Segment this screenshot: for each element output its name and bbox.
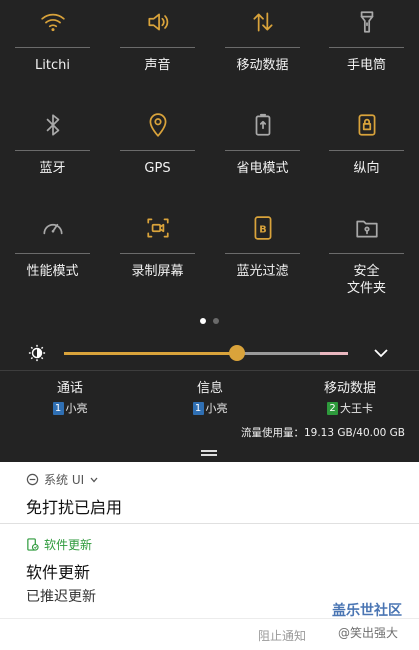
rotation-lock-icon <box>314 110 419 140</box>
sim-calls[interactable]: 通话 1 小亮 <box>40 381 100 416</box>
tile-divider <box>15 47 90 48</box>
quick-tile-bluetooth[interactable]: 蓝牙 <box>0 110 105 205</box>
notification-subtitle: 已推迟更新 <box>26 589 96 605</box>
tile-label: 纵向 <box>353 161 380 176</box>
tile-divider <box>15 150 90 151</box>
software-update-icon <box>27 538 39 551</box>
notification-system-ui[interactable]: 系统 UI 免打扰已启用 <box>0 462 419 524</box>
sim-name: 小亮 <box>65 402 88 415</box>
tile-divider <box>329 150 404 151</box>
brightness-icon <box>28 344 46 362</box>
wifi-icon <box>0 7 105 37</box>
speedometer-icon <box>0 213 105 243</box>
sim-badge: 1 <box>192 401 204 415</box>
secure-folder-icon <box>314 213 419 243</box>
quick-tile-secure-folder[interactable]: 安全 文件夹 <box>314 213 419 308</box>
tile-divider <box>329 253 404 254</box>
block-notifications-button[interactable]: 阻止通知 <box>258 627 306 644</box>
tile-divider <box>120 150 195 151</box>
tile-divider <box>225 47 300 48</box>
bluetooth-icon <box>0 110 105 140</box>
page-dot-1[interactable] <box>200 318 206 324</box>
quick-tile-speedometer[interactable]: 性能模式 <box>0 213 105 308</box>
tile-label: 省电模式 <box>236 161 289 176</box>
tile-label: Litchi <box>35 58 70 73</box>
sim-messages[interactable]: 信息 1 小亮 <box>180 381 240 416</box>
quick-tile-rotation-lock[interactable]: 纵向 <box>314 110 419 205</box>
app-name: 系统 UI <box>44 473 85 487</box>
brightness-slider-thumb[interactable] <box>229 345 246 361</box>
brightness-slider-end <box>320 352 348 355</box>
quick-tile-location[interactable]: GPS <box>105 110 210 205</box>
app-name: 软件更新 <box>44 538 93 552</box>
screen-record-icon <box>105 213 210 243</box>
mobile-data-icon <box>210 7 315 37</box>
quick-tile-volume[interactable]: 声音 <box>105 7 210 102</box>
quick-tile-battery-saver[interactable]: 省电模式 <box>210 110 315 205</box>
tile-label: 录制屏幕 <box>131 264 184 279</box>
tile-label: 声音 <box>144 58 171 73</box>
tile-divider <box>225 253 300 254</box>
sim-name: 小亮 <box>205 402 228 415</box>
sim-badge: 1 <box>52 401 64 415</box>
tile-divider <box>329 47 404 48</box>
do-not-disturb-icon <box>26 473 39 486</box>
notification-title: 软件更新 <box>26 563 91 582</box>
quick-tile-screen-record[interactable]: 录制屏幕 <box>105 213 210 308</box>
location-icon <box>105 110 210 140</box>
quick-tile-wifi[interactable]: Litchi <box>0 7 105 102</box>
sim-messages-title: 信息 <box>196 381 223 396</box>
quick-tile-mobile-data[interactable]: 移动数据 <box>210 7 315 102</box>
tile-divider <box>15 253 90 254</box>
watermark-logo: 盖乐世社区 <box>332 603 402 619</box>
expand-chevron-icon[interactable] <box>89 476 99 484</box>
divider <box>0 370 419 371</box>
panel-handle[interactable] <box>201 450 217 458</box>
quick-settings-panel: Litchi 声音 移动数据 手电筒 蓝牙 GPS 省电模式 纵向 性能模式 录制屏幕 B 蓝光过滤安… <box>0 0 419 462</box>
notification-header: 软件更新 <box>26 536 92 553</box>
notification-title: 免打扰已启用 <box>26 498 123 517</box>
quick-tile-blue-light-filter[interactable]: B 蓝光过滤 <box>210 213 315 308</box>
volume-icon <box>105 7 210 37</box>
tile-label: 安全 文件夹 <box>346 264 386 296</box>
quick-tile-flashlight[interactable]: 手电筒 <box>314 7 419 102</box>
tile-label: GPS <box>144 161 171 176</box>
chevron-down-icon[interactable] <box>372 346 390 360</box>
sim-badge: 2 <box>327 401 338 415</box>
tile-label: 蓝光过滤 <box>236 264 289 279</box>
data-usage: 流量使用量：19.13 GB/40.00 GB <box>240 427 405 439</box>
tile-divider <box>225 150 300 151</box>
flashlight-icon <box>314 7 419 37</box>
watermark-user: @笑出强大 <box>338 626 399 640</box>
battery-saver-icon <box>210 110 315 140</box>
sim-mobile-data[interactable]: 移动数据 2 大王卡 <box>310 381 390 416</box>
tile-label: 性能模式 <box>26 264 79 279</box>
sim-mobile-data-title: 移动数据 <box>323 381 376 396</box>
notification-header: 系统 UI <box>26 471 99 488</box>
tile-divider <box>120 47 195 48</box>
tile-label: 移动数据 <box>236 58 289 73</box>
page-dot-2[interactable] <box>213 318 219 324</box>
tile-divider <box>120 253 195 254</box>
sim-calls-title: 通话 <box>56 381 83 396</box>
svg-text:B: B <box>259 224 266 235</box>
sim-name: 大王卡 <box>340 402 373 415</box>
brightness-slider[interactable] <box>64 345 348 361</box>
blue-light-filter-icon: B <box>210 213 315 243</box>
brightness-slider-fill <box>64 352 238 355</box>
tile-label: 蓝牙 <box>39 161 66 176</box>
tile-label: 手电筒 <box>346 58 386 73</box>
